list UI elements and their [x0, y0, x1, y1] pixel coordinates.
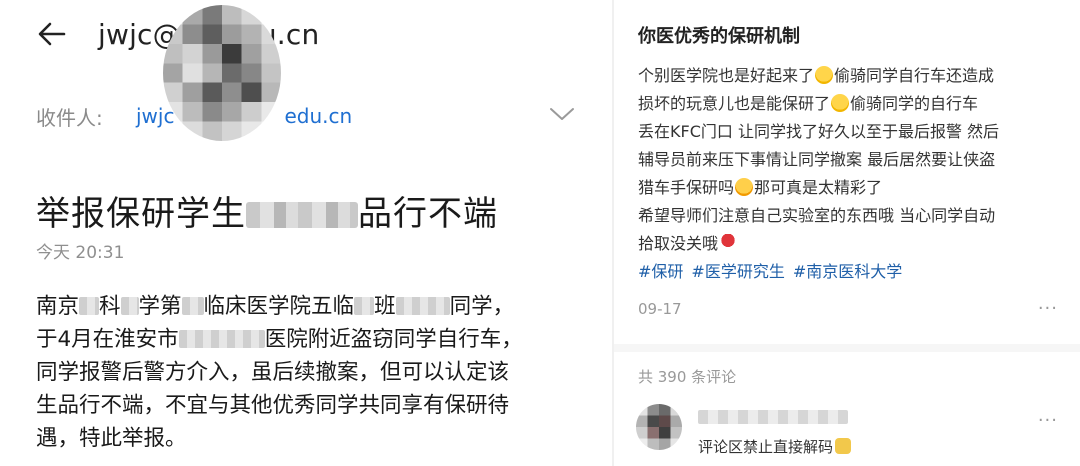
hashtag-link[interactable]: #保研: [638, 262, 683, 281]
crying-face-emoji-icon: [815, 66, 834, 84]
recipient-row: 收件人: jwjc edu.cn: [36, 100, 576, 132]
comment-count: 共 390 条评论: [638, 368, 737, 386]
body-text: 班: [374, 294, 396, 319]
back-arrow-icon[interactable]: [36, 18, 68, 50]
censored-avatar: [163, 5, 281, 141]
body-line: 于4月在淮安市 医院附近盗窃同学自行车，: [36, 323, 576, 356]
body-line: 生品行不端，不宜与其他优秀同学共同享有保研待: [36, 393, 510, 418]
post-text: 偷骑同学自行车还造成: [834, 66, 995, 85]
heart-eyes-emoji-icon: [735, 178, 754, 196]
body-text: 同学，: [449, 294, 515, 319]
post-title: 你医优秀的保研机制: [638, 26, 800, 47]
post-line: 个别医学院也是好起来了 偷骑同学自行车还造成: [638, 62, 1070, 90]
post-date: 09-17: [638, 300, 682, 318]
post-line: 损坏的玩意儿也是能保研了 偷骑同学的自行车: [638, 90, 1070, 118]
censor-block: [181, 297, 204, 315]
body-line: 南京科学第 临床医学院五临班 同学，: [36, 290, 576, 323]
body-text: 于4月在淮安市: [36, 327, 179, 352]
section-separator: [614, 344, 1080, 352]
hashtag-link[interactable]: #南京医科大学: [793, 262, 902, 281]
email-time: 今天 20:31: [36, 243, 125, 263]
comment-body: 评论区禁止直接解码: [698, 438, 834, 456]
post-line: 辅导员前来压下事情让同学撤案 最后居然要让侠盗: [638, 150, 996, 169]
censored-commenter-name: [698, 410, 848, 424]
email-subject: 举报保研学生 品行不端: [36, 186, 498, 235]
post-text: 猎车手保研吗: [638, 178, 735, 197]
praying-hands-emoji-icon: [835, 438, 852, 454]
body-line: 遇，特此举报。: [36, 426, 187, 451]
subject-suffix: 品行不端: [358, 194, 498, 234]
body-text: 科: [99, 294, 121, 319]
body-text: 临床医学院五临: [203, 294, 355, 319]
body-text: 学第: [138, 294, 182, 319]
recipient-label: 收件人:: [36, 105, 103, 130]
body-text: 医院附近盗窃同学自行车，: [264, 327, 523, 352]
social-post-panel: 你医优秀的保研机制 个别医学院也是好起来了 偷骑同学自行车还造成 损坏的玩意儿也是…: [614, 0, 1080, 466]
email-body: 南京科学第 临床医学院五临班 同学， 于4月在淮安市 医院附近盗窃同学自行车， 同学报…: [36, 290, 576, 455]
body-line: 同学报警后警方介入，虽后续撤案，但可以认定该: [36, 360, 510, 385]
comment-text: 评论区禁止直接解码: [698, 436, 852, 457]
crying-face-emoji-icon: [831, 94, 850, 112]
censored-name: [246, 202, 358, 228]
post-line: 拾取没关哦: [638, 230, 1070, 258]
subject-prefix: 举报保研学生: [36, 194, 246, 234]
post-text: 个别医学院也是好起来了: [638, 66, 815, 85]
rose-emoji-icon: [719, 234, 738, 252]
recipient-suffix: edu.cn: [284, 104, 353, 128]
post-line: 丢在KFC门口 让同学找了好久以至于最后报警 然后: [638, 122, 1000, 141]
comment-more-button[interactable]: ···: [1038, 410, 1058, 431]
chevron-down-icon[interactable]: [548, 104, 576, 124]
body-text: 南京: [36, 294, 80, 319]
post-more-button[interactable]: ···: [1038, 298, 1058, 319]
censored-commenter-avatar[interactable]: [636, 404, 682, 450]
post-line: 希望导师们注意自己实验室的东西哦 当心同学自动: [638, 206, 996, 225]
post-hashtags: #保研 #医学研究生 #南京医科大学: [638, 258, 910, 282]
post-body: 个别医学院也是好起来了 偷骑同学自行车还造成 损坏的玩意儿也是能保研了 偷骑同学的自…: [638, 62, 1070, 258]
hashtag-link[interactable]: #医学研究生: [691, 262, 784, 281]
censor-block: [354, 297, 375, 315]
post-text: 偷骑同学的自行车: [850, 94, 979, 113]
censor-block: [178, 330, 265, 348]
censor-block: [120, 297, 139, 315]
post-line: 猎车手保研吗 那可真是太精彩了: [638, 174, 1070, 202]
post-text: 那可真是太精彩了: [754, 178, 883, 197]
email-panel: jwjc@ du.cn 收件人: jwjc edu.cn 举报保研学生 品行不端 今天…: [0, 0, 600, 466]
post-text: 拾取没关哦: [638, 234, 719, 253]
censor-block: [79, 297, 100, 315]
censor-block: [395, 297, 450, 315]
recipient-prefix: jwjc: [136, 104, 175, 128]
post-text: 损坏的玩意儿也是能保研了: [638, 94, 831, 113]
